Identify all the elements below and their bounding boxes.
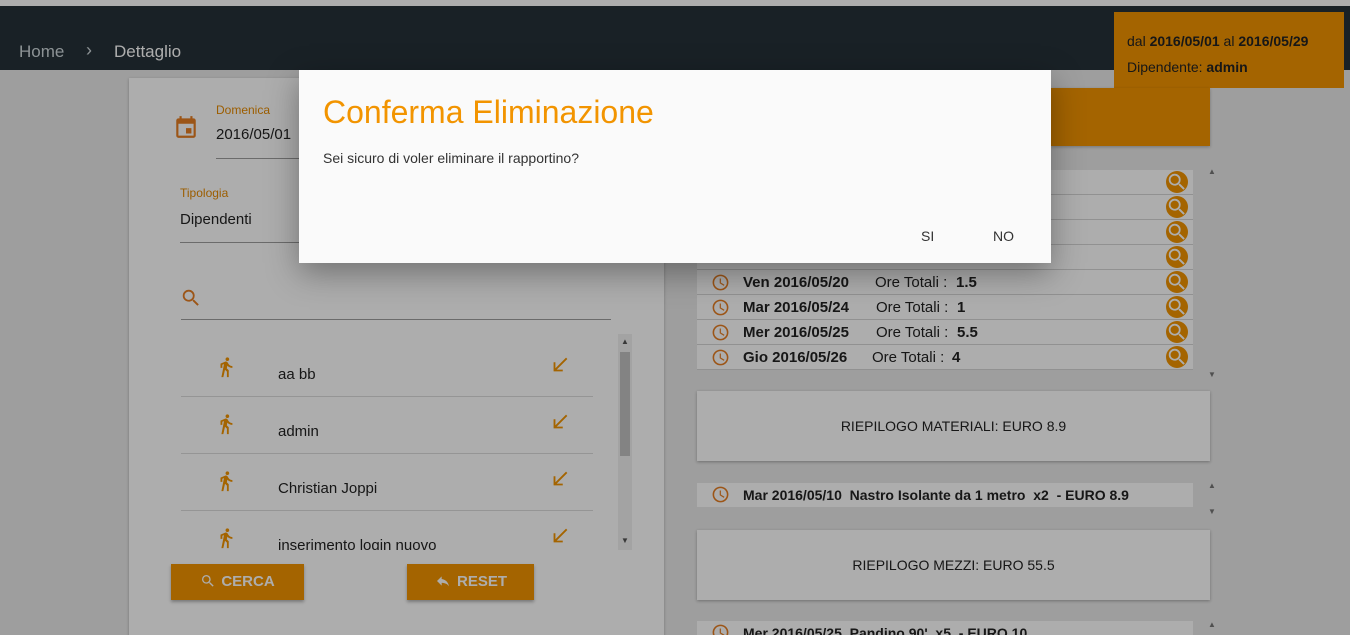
confirm-no-button[interactable]: NO <box>983 224 1024 248</box>
confirm-yes-button[interactable]: SI <box>911 224 944 248</box>
confirm-delete-dialog: Conferma Eliminazione Sei sicuro di vole… <box>299 70 1051 263</box>
dialog-message: Sei sicuro di voler eliminare il rapport… <box>323 150 580 166</box>
dialog-title: Conferma Eliminazione <box>323 94 654 130</box>
